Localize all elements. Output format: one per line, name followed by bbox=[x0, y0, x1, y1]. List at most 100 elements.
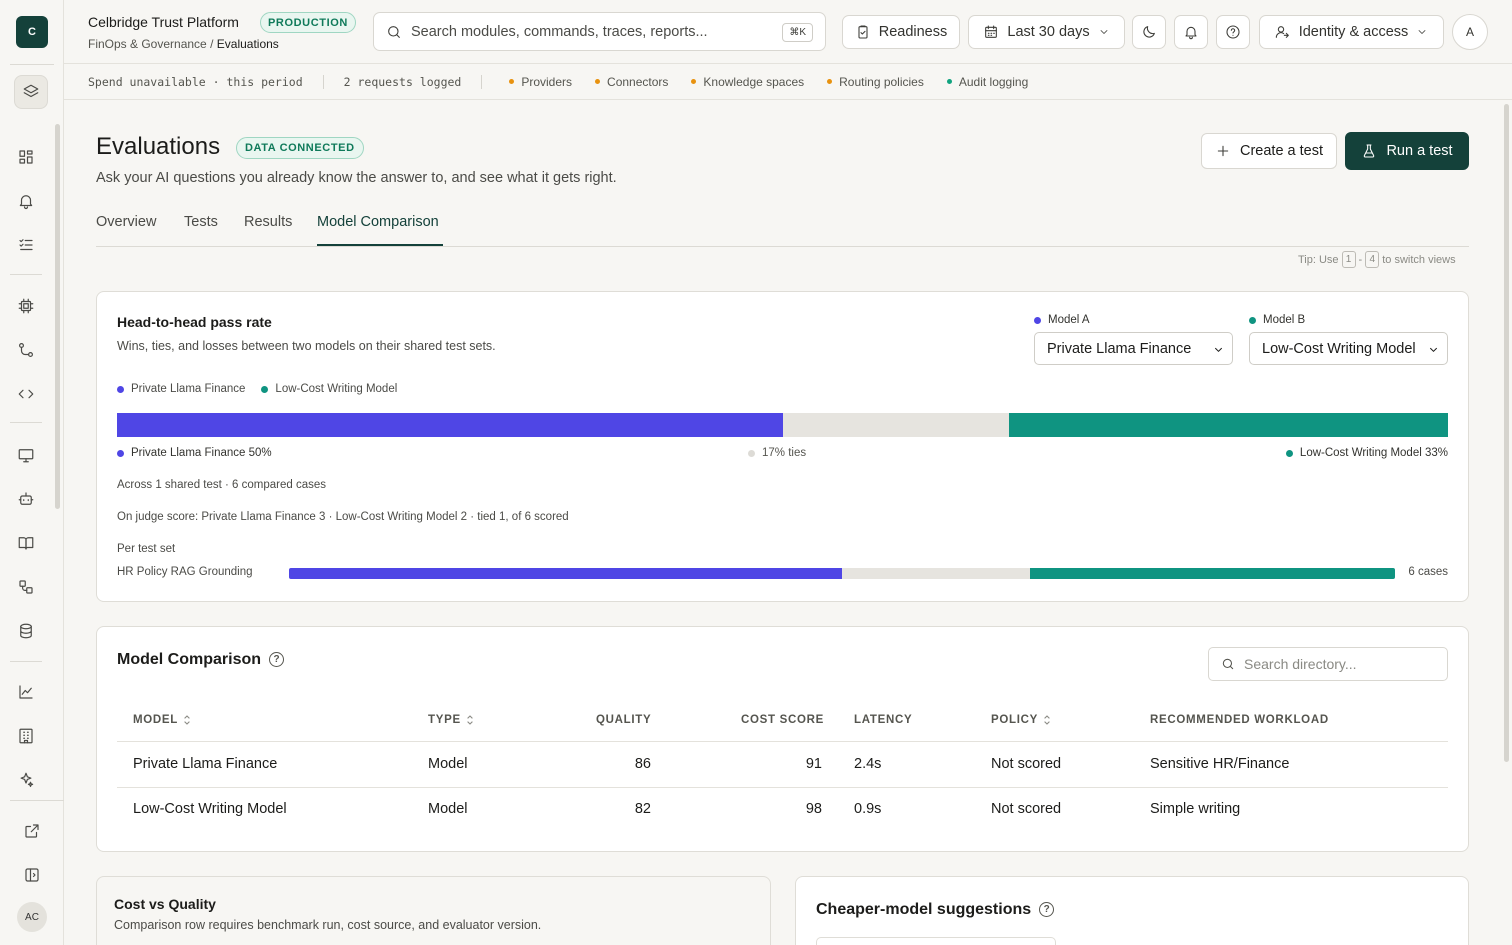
page-scrollbar[interactable] bbox=[1504, 104, 1509, 762]
pill-label: Knowledge spaces bbox=[703, 74, 805, 89]
legend-model-a: Private Llama Finance bbox=[117, 383, 245, 395]
table-divider bbox=[117, 741, 1448, 742]
book-icon[interactable] bbox=[14, 531, 38, 555]
date-range-label: Last 30 days bbox=[1007, 24, 1090, 40]
pill-label: Providers bbox=[521, 74, 573, 89]
avatar[interactable]: AC bbox=[17, 902, 47, 932]
requests-status: 2 requests logged bbox=[343, 74, 462, 89]
app-logo[interactable]: C bbox=[16, 16, 48, 48]
run-test-button[interactable]: Run a test bbox=[1345, 132, 1469, 170]
suggestion-control[interactable] bbox=[816, 937, 1056, 945]
pill-knowledge-spaces[interactable]: Knowledge spaces bbox=[691, 75, 804, 89]
route-icon[interactable] bbox=[14, 338, 38, 362]
model-b-caption: Model B bbox=[1263, 314, 1306, 326]
help-button[interactable] bbox=[1216, 15, 1250, 49]
help-icon[interactable]: ? bbox=[269, 652, 285, 668]
cell-type: Model bbox=[428, 756, 468, 772]
bell-icon[interactable] bbox=[14, 189, 38, 213]
global-search-input[interactable]: Search modules, commands, traces, report… bbox=[373, 12, 826, 51]
stat-dot bbox=[748, 449, 755, 457]
search-icon bbox=[1222, 658, 1234, 670]
cell-model: Private Llama Finance bbox=[133, 756, 278, 772]
col-header-model[interactable]: MODEL bbox=[133, 714, 191, 726]
pill-audit-logging[interactable]: Audit logging bbox=[946, 75, 1028, 89]
cell-latency: 2.4s bbox=[854, 756, 882, 772]
sort-icon bbox=[467, 715, 473, 725]
checklist-icon[interactable] bbox=[14, 233, 38, 257]
strip-divider bbox=[481, 74, 483, 89]
notifications-button[interactable] bbox=[1174, 15, 1208, 49]
stat-label: Private Llama Finance 50% bbox=[131, 447, 272, 459]
help-icon[interactable]: ? bbox=[1039, 902, 1055, 918]
cheaper-model-suggestions-card: Cheaper-model suggestions? bbox=[795, 876, 1469, 945]
user-avatar[interactable]: A bbox=[1452, 14, 1488, 50]
spend-status: Spend unavailable · this period bbox=[88, 74, 303, 89]
readiness-label: Readiness bbox=[878, 24, 948, 40]
model-a-dot bbox=[1034, 316, 1041, 324]
tab-overview[interactable]: Overview bbox=[96, 214, 156, 230]
table-divider bbox=[117, 787, 1448, 788]
sidebar-scrollbar[interactable] bbox=[55, 124, 60, 509]
sidebar: C AC bbox=[0, 0, 64, 945]
sidebar-toggle-icon[interactable] bbox=[20, 863, 44, 887]
plus-icon bbox=[1217, 145, 1229, 157]
external-link-icon[interactable] bbox=[20, 819, 44, 843]
active-tab-indicator bbox=[317, 244, 443, 246]
layers-icon[interactable] bbox=[14, 75, 48, 109]
breadcrumb: FinOps & Governance / Evaluations bbox=[88, 37, 279, 51]
tab-model-comparison[interactable]: Model Comparison bbox=[317, 214, 439, 230]
user-key-icon bbox=[1275, 26, 1289, 38]
cost-quality-subtitle: Comparison row requires benchmark run, c… bbox=[114, 918, 542, 932]
col-header-type[interactable]: TYPE bbox=[428, 714, 474, 726]
legend-dot bbox=[117, 385, 124, 393]
sidebar-divider bbox=[10, 661, 42, 662]
model-b-label: Model B bbox=[1249, 314, 1305, 326]
model-b-win-segment bbox=[1008, 413, 1448, 437]
pill-connectors[interactable]: Connectors bbox=[595, 75, 668, 89]
sparkles-icon[interactable] bbox=[14, 768, 38, 792]
theme-toggle-button[interactable] bbox=[1132, 15, 1166, 49]
breadcrumb-parent[interactable]: FinOps & Governance bbox=[88, 37, 207, 51]
cell-model: Low-Cost Writing Model bbox=[133, 801, 287, 817]
legend-label: Private Llama Finance bbox=[131, 383, 246, 395]
legend-model-b: Low-Cost Writing Model bbox=[261, 383, 397, 395]
cell-workload: Sensitive HR/Finance bbox=[1150, 756, 1290, 772]
app-title: Celbridge Trust Platform bbox=[88, 14, 239, 30]
directory-search-input[interactable]: Search directory... bbox=[1208, 647, 1448, 681]
calendar-icon bbox=[985, 25, 998, 38]
model-b-select[interactable]: Low-Cost Writing Model bbox=[1249, 332, 1448, 365]
workflow-icon[interactable] bbox=[14, 575, 38, 599]
tab-tests[interactable]: Tests bbox=[184, 214, 218, 230]
head-to-head-card: Head-to-head pass rate Wins, ties, and l… bbox=[96, 291, 1469, 602]
tab-results[interactable]: Results bbox=[244, 214, 292, 230]
model-a-caption: Model A bbox=[1048, 314, 1090, 326]
cpu-icon[interactable] bbox=[14, 294, 38, 318]
pass-rate-stacked-bar bbox=[117, 413, 1448, 437]
status-strip: Spend unavailable · this period 2 reques… bbox=[64, 64, 1512, 100]
readiness-button[interactable]: Readiness bbox=[842, 15, 960, 49]
code-icon[interactable] bbox=[14, 382, 38, 406]
suggestions-heading: Cheaper-model suggestions? bbox=[816, 901, 1055, 919]
pill-routing-policies[interactable]: Routing policies bbox=[827, 75, 924, 89]
building-icon[interactable] bbox=[14, 724, 38, 748]
search-shortcut: ⌘K bbox=[782, 23, 813, 42]
line-chart-icon[interactable] bbox=[14, 680, 38, 704]
head-to-head-subtitle: Wins, ties, and losses between two model… bbox=[117, 339, 496, 353]
sort-icon bbox=[1044, 715, 1050, 725]
moon-icon bbox=[1143, 26, 1155, 38]
test-model-a-segment bbox=[289, 568, 842, 579]
monitor-icon[interactable] bbox=[14, 443, 38, 467]
chevron-down-icon bbox=[1100, 30, 1108, 34]
identity-access-menu[interactable]: Identity & access bbox=[1259, 15, 1444, 49]
col-header-policy[interactable]: POLICY bbox=[991, 714, 1051, 726]
model-a-select[interactable]: Private Llama Finance bbox=[1034, 332, 1233, 365]
status-dot bbox=[691, 79, 697, 84]
database-icon[interactable] bbox=[14, 619, 38, 643]
date-range-select[interactable]: Last 30 days bbox=[968, 15, 1125, 49]
dashboard-icon[interactable] bbox=[14, 145, 38, 169]
pill-providers[interactable]: Providers bbox=[509, 75, 572, 89]
bot-icon[interactable] bbox=[14, 487, 38, 511]
tie-stat: 17% ties bbox=[748, 447, 806, 459]
keyboard-tip: Tip: Use 1 - 4 to switch views bbox=[1298, 251, 1456, 268]
create-test-button[interactable]: Create a test bbox=[1201, 133, 1337, 169]
